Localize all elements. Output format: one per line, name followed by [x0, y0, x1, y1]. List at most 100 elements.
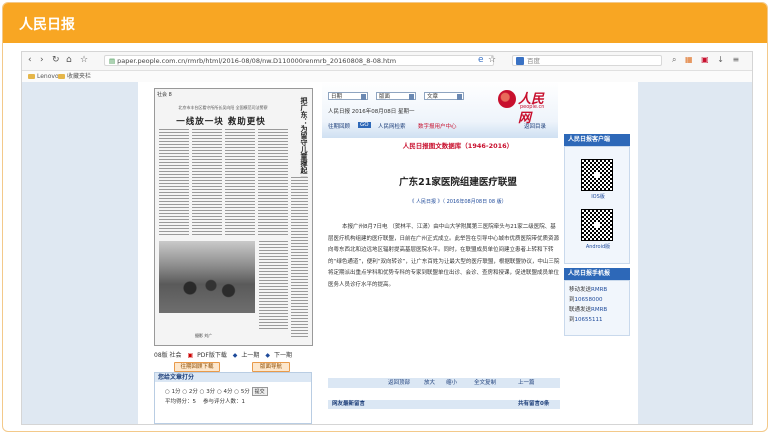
card-header: 人民日报 — [3, 3, 767, 43]
nav-return-toc[interactable]: 返回目录 — [524, 122, 546, 130]
rating-radio[interactable]: ○ — [165, 389, 170, 395]
go-icon[interactable]: GO — [358, 122, 371, 128]
mobile-line: 到10658000 — [569, 297, 603, 303]
people-logo[interactable]: 人民网 people.cn — [498, 88, 554, 126]
date-select[interactable]: 日期 — [328, 92, 368, 100]
menu-icon[interactable]: ≡ — [733, 55, 740, 64]
qr-box: IOS版 Android版 — [564, 146, 630, 264]
next-issue-link[interactable]: 下一期 — [274, 352, 292, 359]
article-tools: 返回顶部 放大 缩小 全文复制 上一篇 — [328, 378, 560, 388]
article-title: 广东21家医院组建医疗联盟 — [399, 177, 517, 188]
paper-text-column — [159, 129, 189, 237]
page-label: 08版 社会 — [154, 352, 182, 359]
paper-text-column — [192, 129, 222, 237]
search-icon[interactable]: ⌕ — [672, 55, 676, 64]
comments-title: 网友最新留言 — [332, 401, 366, 407]
nav-search[interactable]: 人民网检索 — [378, 122, 406, 130]
baidu-search-icon — [516, 57, 524, 65]
logo-icon — [498, 90, 516, 108]
mobile-box: 移动发送RMRB 到10658000 联通发送RMRB 到10655111 — [564, 280, 630, 336]
prev-issue-link[interactable]: 上一期 — [241, 352, 259, 359]
right-sidebar: 人民日报客户端 IOS版 Android版 人民日报手机报 移动发送RMRB 到… — [564, 134, 630, 424]
paper-text-column — [258, 129, 288, 237]
reload-icon[interactable]: ↻ — [52, 55, 60, 65]
logo-url: people.cn — [520, 104, 545, 110]
copy-text-link[interactable]: 全文复制 — [474, 378, 496, 388]
mobile-line: 到10655111 — [569, 317, 603, 323]
database-title[interactable]: 人民日报图文数据库（1946-2016） — [378, 140, 538, 150]
paper-photo-caption: 摄影 刘广 — [195, 333, 213, 338]
card: 人民日报 ‹ › ↻ ⌂ ☆ ▤ paper.people.com.cn/rmrb… — [2, 2, 768, 432]
article-meta: 《 人民日报 》（ 2016年08月08日 08 版） — [409, 199, 507, 205]
nav-archive[interactable]: 往期回顾 — [328, 122, 350, 130]
url-text: paper.people.com.cn/rmrb/html/2016-08/08… — [117, 57, 397, 65]
pdf-download-link[interactable]: PDF版下载 — [197, 352, 227, 359]
pdf-icon: ▣ — [187, 352, 194, 359]
rating-options: ○ 1分 ○ 2分 ○ 3分 ○ 4分 ○ 5分 提交 — [165, 387, 268, 396]
rating-stats: 平均得分：5 参与评分人数：1 — [165, 399, 246, 405]
rating-radio[interactable]: ○ — [234, 389, 239, 395]
rating-average: 5 — [192, 399, 197, 405]
epaper-site: 社会 8 北京市丰台区看守所所长吴向阳 全国模范司法警察 一线放一块 救助更快 … — [138, 82, 638, 424]
card-title: 人民日报 — [19, 17, 75, 33]
paper-text-column — [291, 177, 308, 337]
page-icon: ▤ — [109, 57, 116, 65]
browser-toolbar: ‹ › ↻ ⌂ ☆ ▤ paper.people.com.cn/rmrb/html… — [22, 52, 752, 71]
article-body: 本报广州8月7日电 （贺林平、江潇）由中山大学附属第三医院牵头与21家二级医院、… — [328, 224, 560, 288]
mobile-line: 移动发送RMRB — [569, 287, 608, 293]
paper-text-column — [225, 129, 255, 237]
search-input[interactable]: 百度 — [512, 55, 662, 66]
rating-radio[interactable]: ○ — [182, 389, 187, 395]
rating-submit-button[interactable]: 提交 — [251, 387, 268, 396]
home-icon[interactable]: ⌂ — [66, 55, 72, 65]
rating-box: 您给文章打分 ○ 1分 ○ 2分 ○ 3分 ○ 4分 ○ 5分 提交 平均得分：… — [154, 372, 312, 424]
search-placeholder: 百度 — [527, 57, 540, 65]
archive-download-button[interactable]: 往期回顾下载 — [174, 362, 220, 372]
folder-icon — [28, 74, 35, 79]
download-icon[interactable]: ↓ — [717, 55, 724, 64]
bookmarks-bar: Lenovo 收藏夹栏 — [22, 71, 752, 82]
forward-icon[interactable]: › — [40, 55, 44, 65]
bookmark-lenovo[interactable]: Lenovo — [28, 71, 59, 82]
mobile-line: 联通发送RMRB — [569, 307, 608, 313]
article-select[interactable]: 文章 — [424, 92, 464, 100]
zoom-out-link[interactable]: 缩小 — [446, 378, 457, 388]
nav-user-center[interactable]: 数字报用户中心 — [418, 122, 457, 130]
comments-header: 网友最新留言 共有留言0条 — [328, 400, 560, 409]
mobile-title: 人民日报手机报 — [564, 268, 630, 280]
site-header: 日期 版面 文章 人民日报 2016年08月08日 星期一 人民网 people… — [322, 82, 558, 138]
prev-article-link[interactable]: 上一篇 — [518, 378, 535, 388]
toolbar-right-icons: ⌕ ▦ ▣ ↓ ≡ — [672, 55, 745, 65]
page-navigation-button[interactable]: 版面导航 — [252, 362, 290, 372]
client-title: 人民日报客户端 — [564, 134, 630, 146]
paper-photo — [159, 241, 255, 313]
addon-icon[interactable]: ▣ — [701, 55, 709, 64]
ie-compat-icon[interactable]: e — [478, 55, 484, 65]
zoom-in-link[interactable]: 放大 — [424, 378, 435, 388]
bookmark-favorites[interactable]: 收藏夹栏 — [58, 71, 91, 82]
ios-qr-code — [581, 159, 613, 191]
rating-count: 1 — [241, 399, 246, 405]
issue-date: 人民日报 2016年08月08日 星期一 — [328, 109, 415, 115]
header-nav: 往期回顾 GO 人民网检索 数字报用户中心 返回目录 — [328, 122, 558, 131]
ios-label[interactable]: IOS版 — [565, 193, 631, 200]
android-qr-code — [581, 209, 613, 241]
paper-headline: 一线放一块 救助更快 — [176, 117, 266, 127]
rating-radio[interactable]: ○ — [200, 389, 205, 395]
page-select[interactable]: 版面 — [376, 92, 416, 100]
back-icon[interactable]: ‹ — [28, 55, 32, 65]
star-icon[interactable]: ☆ — [80, 55, 88, 65]
url-input[interactable]: ▤ paper.people.com.cn/rmrb/html/2016-08/0… — [104, 55, 494, 66]
android-label[interactable]: Android版 — [565, 243, 631, 250]
paper-text-column — [259, 241, 288, 331]
back-to-top-link[interactable]: 返回顶部 — [388, 378, 410, 388]
extensions-icon[interactable]: ▦ — [685, 55, 693, 64]
newspaper-page-image[interactable]: 社会 8 北京市丰台区看守所所长吴向阳 全国模范司法警察 一线放一块 救助更快 … — [154, 88, 313, 346]
prev-issue-icon: ◆ — [232, 352, 238, 359]
rating-radio[interactable]: ○ — [217, 389, 222, 395]
paper-nav-row: 08版 社会 ▣ PDF版下载 ◆ 上一期 ◆ 下一期 — [154, 350, 296, 359]
comments-count: 共有留言0条 — [518, 401, 550, 407]
next-issue-icon: ◆ — [265, 352, 270, 359]
rating-title: 您给文章打分 — [155, 373, 311, 382]
favorite-icon[interactable]: ☆ — [488, 55, 496, 65]
